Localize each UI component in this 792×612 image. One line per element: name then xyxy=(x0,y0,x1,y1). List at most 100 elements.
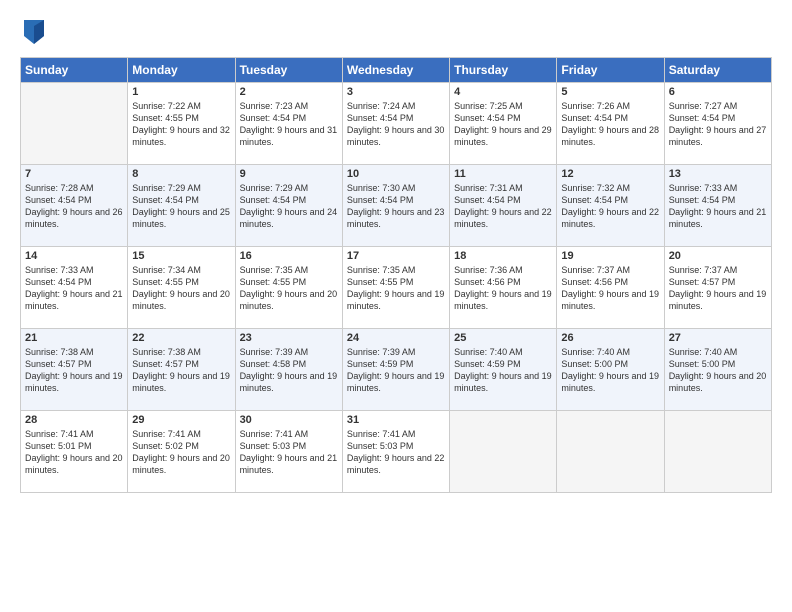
calendar-cell: 21 Sunrise: 7:38 AMSunset: 4:57 PMDayligh… xyxy=(21,329,128,411)
day-info: Sunrise: 7:32 AMSunset: 4:54 PMDaylight:… xyxy=(561,182,659,231)
day-number: 22 xyxy=(132,332,230,344)
day-number: 14 xyxy=(25,250,123,262)
day-number: 17 xyxy=(347,250,445,262)
day-info: Sunrise: 7:35 AMSunset: 4:55 PMDaylight:… xyxy=(240,264,338,313)
day-number: 15 xyxy=(132,250,230,262)
day-number: 18 xyxy=(454,250,552,262)
day-info: Sunrise: 7:25 AMSunset: 4:54 PMDaylight:… xyxy=(454,100,552,149)
day-number: 24 xyxy=(347,332,445,344)
calendar-cell: 13 Sunrise: 7:33 AMSunset: 4:54 PMDayligh… xyxy=(664,165,771,247)
weekday-header: Friday xyxy=(557,58,664,83)
logo xyxy=(20,18,46,51)
calendar-cell: 15 Sunrise: 7:34 AMSunset: 4:55 PMDayligh… xyxy=(128,247,235,329)
day-number: 28 xyxy=(25,414,123,426)
logo-icon xyxy=(22,16,46,44)
day-number: 1 xyxy=(132,86,230,98)
day-info: Sunrise: 7:41 AMSunset: 5:03 PMDaylight:… xyxy=(347,428,445,477)
calendar-week-row: 21 Sunrise: 7:38 AMSunset: 4:57 PMDayligh… xyxy=(21,329,772,411)
header xyxy=(20,18,772,51)
calendar-cell: 22Sunrise: 7:38 AMSunset: 4:57 PMDayligh… xyxy=(128,329,235,411)
day-number: 21 xyxy=(25,332,123,344)
day-number: 3 xyxy=(347,86,445,98)
calendar-cell: 3 Sunrise: 7:24 AMSunset: 4:54 PMDaylight… xyxy=(342,83,449,165)
day-info: Sunrise: 7:29 AMSunset: 4:54 PMDaylight:… xyxy=(240,182,338,231)
day-info: Sunrise: 7:36 AMSunset: 4:56 PMDaylight:… xyxy=(454,264,552,313)
calendar-cell: 29 Sunrise: 7:41 AMSunset: 5:02 PMDayligh… xyxy=(128,411,235,493)
day-number: 4 xyxy=(454,86,552,98)
calendar-cell xyxy=(664,411,771,493)
calendar-cell: 7 Sunrise: 7:28 AMSunset: 4:54 PMDaylight… xyxy=(21,165,128,247)
day-info: Sunrise: 7:28 AMSunset: 4:54 PMDaylight:… xyxy=(25,182,123,231)
day-info: Sunrise: 7:24 AMSunset: 4:54 PMDaylight:… xyxy=(347,100,445,149)
day-info: Sunrise: 7:22 AMSunset: 4:55 PMDaylight:… xyxy=(132,100,230,149)
day-number: 6 xyxy=(669,86,767,98)
calendar-cell: 2Sunrise: 7:23 AMSunset: 4:54 PMDaylight… xyxy=(235,83,342,165)
day-info: Sunrise: 7:37 AMSunset: 4:57 PMDaylight:… xyxy=(669,264,767,313)
logo-text xyxy=(20,30,46,50)
calendar-cell: 26Sunrise: 7:40 AMSunset: 5:00 PMDayligh… xyxy=(557,329,664,411)
calendar-cell: 14 Sunrise: 7:33 AMSunset: 4:54 PMDayligh… xyxy=(21,247,128,329)
calendar-cell xyxy=(450,411,557,493)
day-info: Sunrise: 7:37 AMSunset: 4:56 PMDaylight:… xyxy=(561,264,659,313)
calendar-cell: 23 Sunrise: 7:39 AMSunset: 4:58 PMDayligh… xyxy=(235,329,342,411)
calendar-cell: 25Sunrise: 7:40 AMSunset: 4:59 PMDayligh… xyxy=(450,329,557,411)
day-info: Sunrise: 7:30 AMSunset: 4:54 PMDaylight:… xyxy=(347,182,445,231)
calendar-cell: 11 Sunrise: 7:31 AMSunset: 4:54 PMDayligh… xyxy=(450,165,557,247)
day-info: Sunrise: 7:39 AMSunset: 4:59 PMDaylight:… xyxy=(347,346,445,395)
day-info: Sunrise: 7:26 AMSunset: 4:54 PMDaylight:… xyxy=(561,100,659,149)
day-number: 16 xyxy=(240,250,338,262)
day-number: 19 xyxy=(561,250,659,262)
day-number: 9 xyxy=(240,168,338,180)
day-info: Sunrise: 7:31 AMSunset: 4:54 PMDaylight:… xyxy=(454,182,552,231)
day-number: 29 xyxy=(132,414,230,426)
day-info: Sunrise: 7:33 AMSunset: 4:54 PMDaylight:… xyxy=(25,264,123,313)
calendar-cell xyxy=(21,83,128,165)
day-number: 12 xyxy=(561,168,659,180)
day-info: Sunrise: 7:38 AMSunset: 4:57 PMDaylight:… xyxy=(25,346,123,395)
calendar-cell: 27 Sunrise: 7:40 AMSunset: 5:00 PMDayligh… xyxy=(664,329,771,411)
day-info: Sunrise: 7:40 AMSunset: 5:00 PMDaylight:… xyxy=(561,346,659,395)
calendar-cell: 20 Sunrise: 7:37 AMSunset: 4:57 PMDayligh… xyxy=(664,247,771,329)
weekday-header: Tuesday xyxy=(235,58,342,83)
day-info: Sunrise: 7:35 AMSunset: 4:55 PMDaylight:… xyxy=(347,264,445,313)
day-info: Sunrise: 7:33 AMSunset: 4:54 PMDaylight:… xyxy=(669,182,767,231)
calendar-cell: 31Sunrise: 7:41 AMSunset: 5:03 PMDayligh… xyxy=(342,411,449,493)
calendar-cell: 1 Sunrise: 7:22 AMSunset: 4:55 PMDaylight… xyxy=(128,83,235,165)
day-number: 8 xyxy=(132,168,230,180)
weekday-header: Wednesday xyxy=(342,58,449,83)
day-number: 20 xyxy=(669,250,767,262)
day-number: 30 xyxy=(240,414,338,426)
day-info: Sunrise: 7:27 AMSunset: 4:54 PMDaylight:… xyxy=(669,100,767,149)
calendar-cell: 24 Sunrise: 7:39 AMSunset: 4:59 PMDayligh… xyxy=(342,329,449,411)
day-info: Sunrise: 7:41 AMSunset: 5:03 PMDaylight:… xyxy=(240,428,338,477)
day-number: 11 xyxy=(454,168,552,180)
calendar-cell: 28 Sunrise: 7:41 AMSunset: 5:01 PMDayligh… xyxy=(21,411,128,493)
weekday-header: Saturday xyxy=(664,58,771,83)
page: SundayMondayTuesdayWednesdayThursdayFrid… xyxy=(0,0,792,612)
day-info: Sunrise: 7:41 AMSunset: 5:02 PMDaylight:… xyxy=(132,428,230,477)
weekday-header-row: SundayMondayTuesdayWednesdayThursdayFrid… xyxy=(21,58,772,83)
calendar-week-row: 7 Sunrise: 7:28 AMSunset: 4:54 PMDaylight… xyxy=(21,165,772,247)
calendar-cell: 12 Sunrise: 7:32 AMSunset: 4:54 PMDayligh… xyxy=(557,165,664,247)
calendar-cell: 16 Sunrise: 7:35 AMSunset: 4:55 PMDayligh… xyxy=(235,247,342,329)
calendar-cell: 4 Sunrise: 7:25 AMSunset: 4:54 PMDaylight… xyxy=(450,83,557,165)
day-info: Sunrise: 7:41 AMSunset: 5:01 PMDaylight:… xyxy=(25,428,123,477)
calendar-week-row: 14 Sunrise: 7:33 AMSunset: 4:54 PMDayligh… xyxy=(21,247,772,329)
day-info: Sunrise: 7:34 AMSunset: 4:55 PMDaylight:… xyxy=(132,264,230,313)
day-number: 10 xyxy=(347,168,445,180)
day-info: Sunrise: 7:40 AMSunset: 5:00 PMDaylight:… xyxy=(669,346,767,395)
calendar-cell: 19 Sunrise: 7:37 AMSunset: 4:56 PMDayligh… xyxy=(557,247,664,329)
day-number: 27 xyxy=(669,332,767,344)
day-info: Sunrise: 7:29 AMSunset: 4:54 PMDaylight:… xyxy=(132,182,230,231)
day-number: 2 xyxy=(240,86,338,98)
day-number: 23 xyxy=(240,332,338,344)
day-number: 7 xyxy=(25,168,123,180)
calendar-cell: 30 Sunrise: 7:41 AMSunset: 5:03 PMDayligh… xyxy=(235,411,342,493)
calendar-week-row: 1 Sunrise: 7:22 AMSunset: 4:55 PMDaylight… xyxy=(21,83,772,165)
weekday-header: Sunday xyxy=(21,58,128,83)
calendar-cell: 8 Sunrise: 7:29 AMSunset: 4:54 PMDaylight… xyxy=(128,165,235,247)
day-number: 5 xyxy=(561,86,659,98)
day-info: Sunrise: 7:39 AMSunset: 4:58 PMDaylight:… xyxy=(240,346,338,395)
day-number: 13 xyxy=(669,168,767,180)
calendar-cell: 9 Sunrise: 7:29 AMSunset: 4:54 PMDaylight… xyxy=(235,165,342,247)
